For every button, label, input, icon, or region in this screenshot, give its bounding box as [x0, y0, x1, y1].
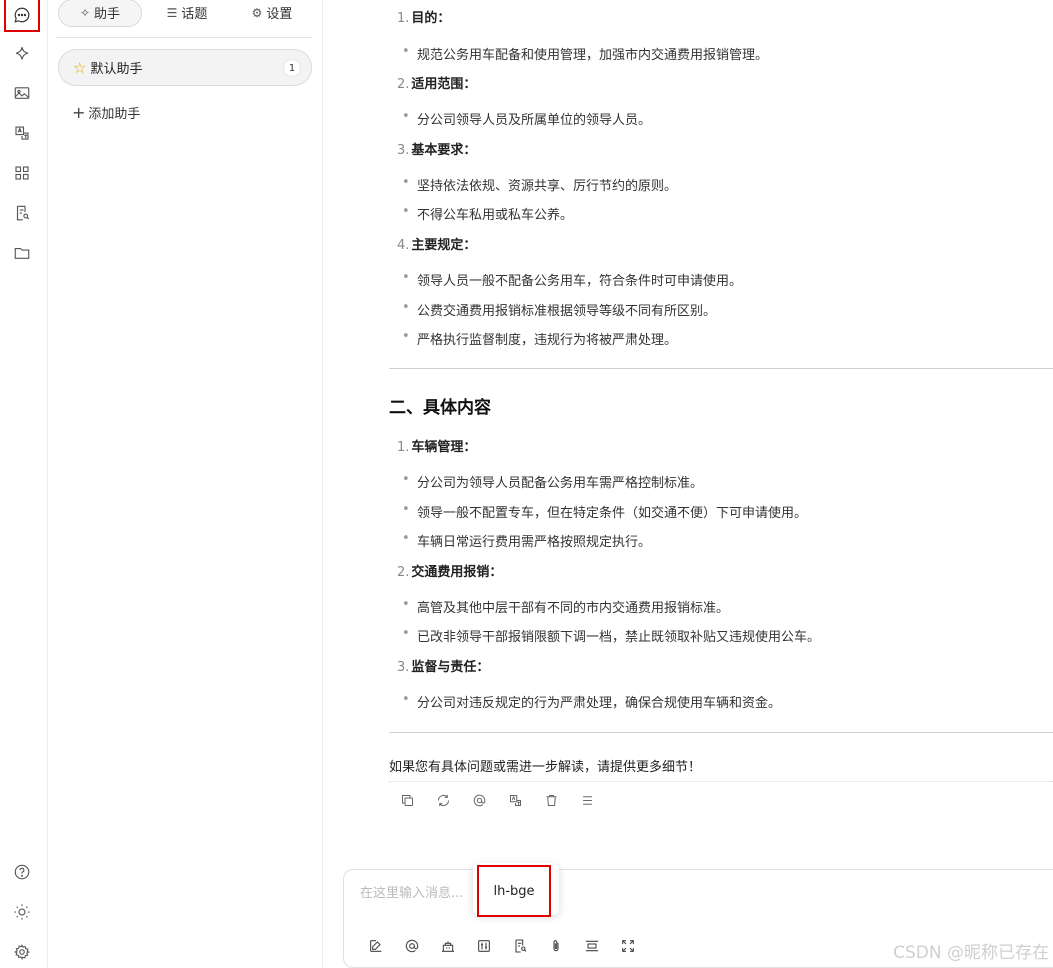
tooltip: lh-bge	[473, 863, 559, 917]
message-separator	[389, 781, 1053, 782]
list-icon: ☰	[166, 5, 178, 20]
divider	[389, 368, 1053, 369]
divider	[389, 732, 1053, 733]
attachment-icon[interactable]	[538, 935, 574, 957]
message-input[interactable]: 在这里输入消息...	[360, 882, 463, 901]
list-heading: 2. 适用范围：	[397, 77, 477, 92]
panel-tabs: ✧ 助手 ☰ 话题 ⚙ 设置	[56, 0, 312, 38]
tab-label: 设置	[266, 7, 293, 22]
apps-icon[interactable]	[8, 159, 36, 187]
watermark: CSDN @昵称已存在	[893, 943, 1049, 963]
document-search-icon[interactable]	[502, 935, 538, 957]
menu-icon[interactable]	[569, 790, 605, 810]
regenerate-icon[interactable]	[425, 790, 461, 810]
tab-topics[interactable]: ☰ 话题	[142, 0, 232, 27]
list-item: 严格执行监督制度，违规行为将被严肃处理。	[402, 329, 677, 348]
input-toolbar	[358, 935, 646, 957]
icon-rail	[0, 0, 48, 968]
theme-icon[interactable]	[8, 898, 36, 926]
image-icon[interactable]	[8, 79, 36, 107]
list-heading: 1. 目的：	[397, 11, 451, 26]
list-heading: 4. 主要规定：	[397, 238, 477, 253]
edit-icon[interactable]	[358, 935, 394, 957]
tab-assistant[interactable]: ✧ 助手	[58, 0, 142, 27]
mention-icon[interactable]	[394, 935, 430, 957]
list-item: 领导一般不配置专车，但在特定条件（如交通不便）下可申请使用。	[402, 502, 807, 521]
list-item: 分公司为领导人员配备公务用车需严格控制标准。	[402, 472, 703, 491]
list-item: 高管及其他中层干部有不同的市内交通费用报销标准。	[402, 597, 729, 616]
knowledge-icon[interactable]	[430, 935, 466, 957]
delete-icon[interactable]	[533, 790, 569, 810]
list-item: 分公司对违反规定的行为严肃处理，确保合规使用车辆和资金。	[402, 692, 781, 711]
add-assistant-label: 添加助手	[88, 107, 141, 122]
collapse-icon[interactable]	[574, 935, 610, 957]
list-heading: 3. 监督与责任：	[397, 660, 490, 675]
chat-content: 1.目的： 规范公务用车配备和使用管理，加强市内交通费用报销管理。 2.适用范围…	[323, 0, 1053, 968]
settings-sliders-icon[interactable]	[466, 935, 502, 957]
copy-icon[interactable]	[389, 790, 425, 810]
document-search-icon[interactable]	[8, 199, 36, 227]
list-heading: 3. 基本要求：	[397, 143, 477, 158]
settings-icon[interactable]	[8, 938, 36, 966]
assistant-panel: ✧ 助手 ☰ 话题 ⚙ 设置 ☆ 默认助手 1 + 添加助手	[48, 0, 323, 968]
tooltip-text: lh-bge	[477, 865, 551, 917]
list-item: 分公司领导人员及所属单位的领导人员。	[402, 109, 651, 128]
list-heading: 2. 交通费用报销：	[397, 565, 503, 580]
sparkle-icon[interactable]	[8, 40, 36, 68]
tab-label: 话题	[181, 7, 208, 22]
gear-icon: ⚙	[251, 5, 263, 20]
folder-icon[interactable]	[8, 239, 36, 267]
fullscreen-icon[interactable]	[610, 935, 646, 957]
mention-icon[interactable]	[461, 790, 497, 810]
topic-count-badge: 1	[283, 59, 301, 77]
assistant-name: 默认助手	[90, 62, 143, 77]
sparkle-icon: ✧	[79, 5, 91, 20]
translate-icon[interactable]	[8, 119, 36, 147]
list-heading: 1. 车辆管理：	[397, 440, 477, 455]
list-item: 公费交通费用报销标准根据领导等级不同有所区别。	[402, 300, 716, 319]
list-item: 坚持依法依规、资源共享、厉行节约的原则。	[402, 175, 677, 194]
chat-icon[interactable]	[4, 0, 40, 32]
list-item: 领导人员一般不配备公务用车，符合条件时可申请使用。	[402, 270, 742, 289]
star-icon: ☆	[73, 58, 87, 77]
add-assistant-button[interactable]: + 添加助手	[72, 103, 140, 122]
assistant-item-default[interactable]: ☆ 默认助手 1	[58, 49, 312, 86]
closing-text: 如果您有具体问题或需进一步解读，请提供更多细节！	[389, 760, 702, 775]
list-item: 已改非领导干部报销限额下调一档，禁止既领取补贴又违规使用公车。	[402, 626, 820, 645]
list-item: 规范公务用车配备和使用管理，加强市内交通费用报销管理。	[402, 44, 768, 63]
tab-label: 助手	[94, 7, 121, 22]
list-item: 不得公车私用或私车公养。	[402, 204, 573, 223]
message-toolbar	[389, 790, 605, 810]
translate-icon[interactable]	[497, 790, 533, 810]
help-icon[interactable]	[8, 858, 36, 886]
plus-icon: +	[72, 103, 86, 122]
section-heading: 二、具体内容	[389, 398, 491, 418]
tab-settings[interactable]: ⚙ 设置	[232, 0, 312, 27]
list-item: 车辆日常运行费用需严格按照规定执行。	[402, 531, 651, 550]
